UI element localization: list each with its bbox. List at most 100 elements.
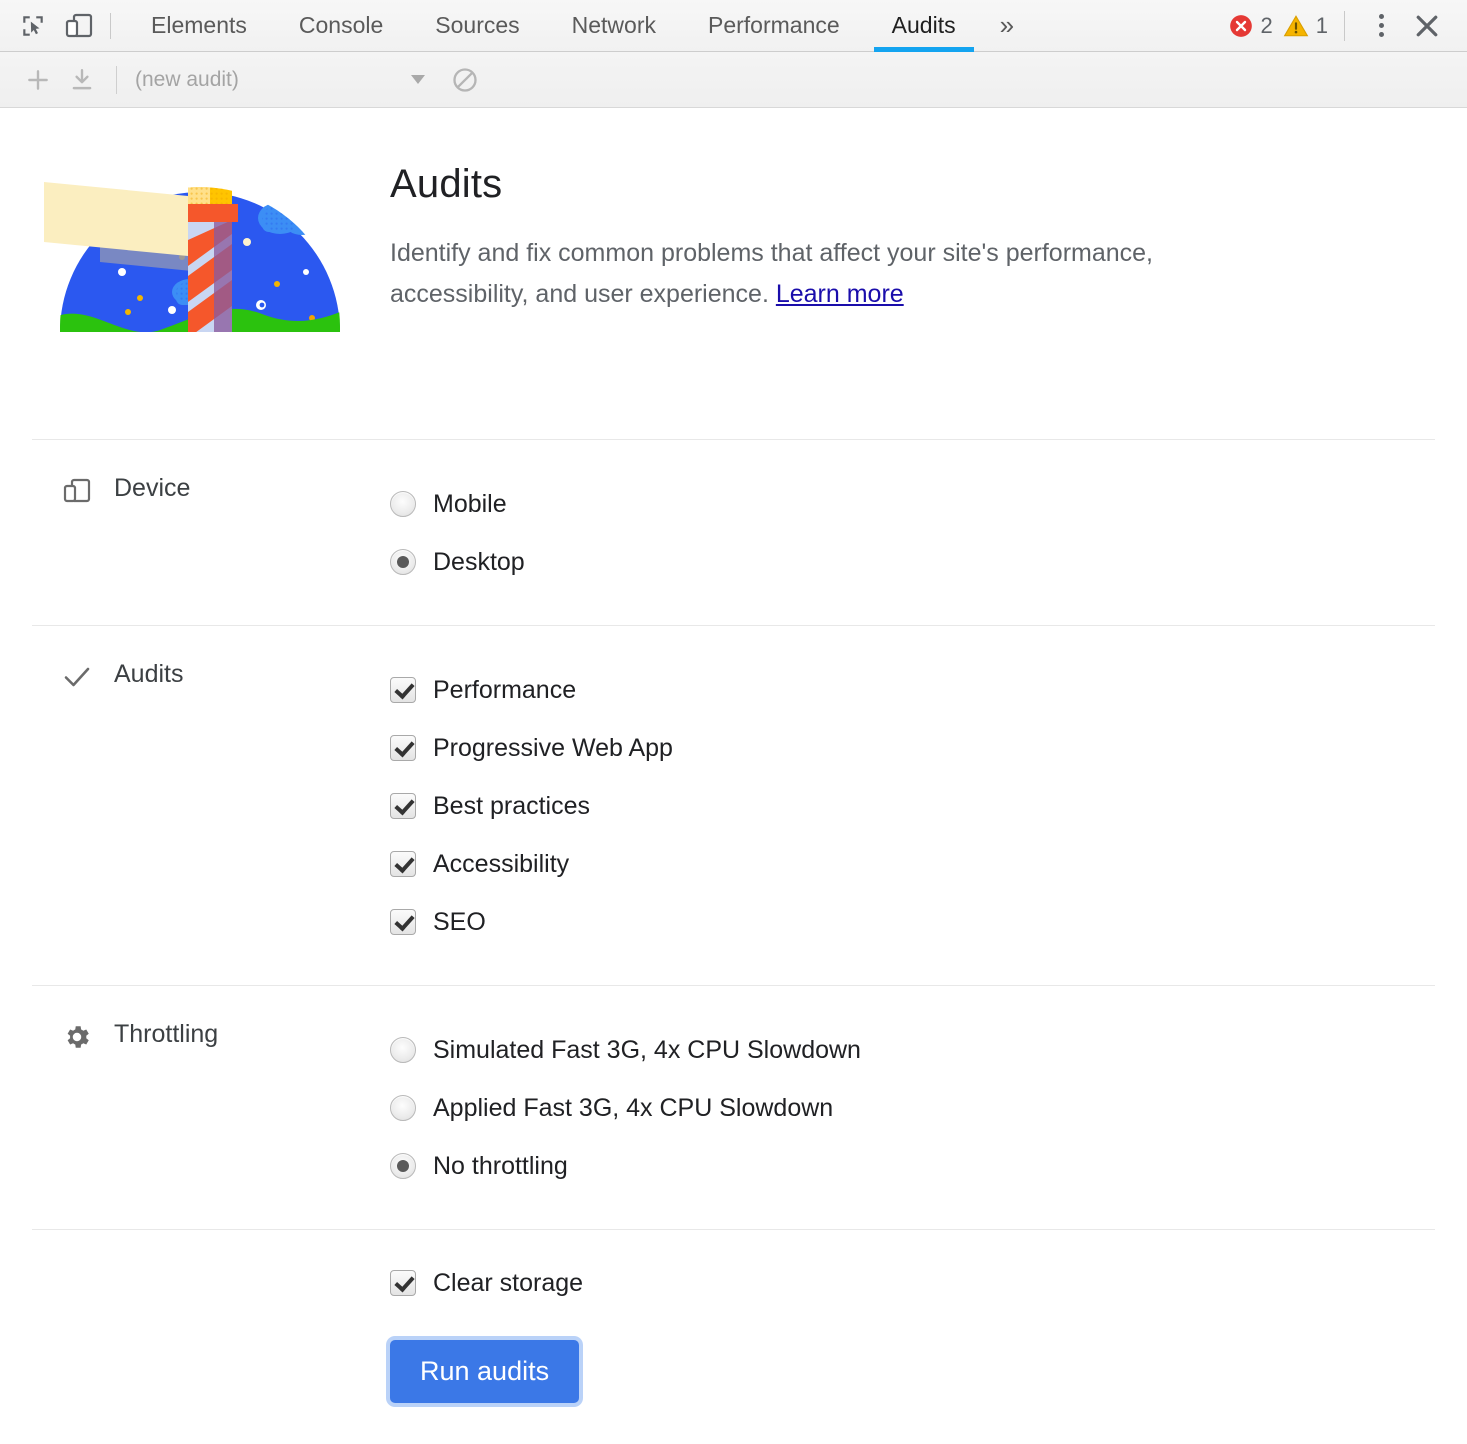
- lighthouse-illustration: [44, 182, 340, 333]
- audits-hero: Audits Identify and fix common problems …: [0, 108, 1467, 367]
- device-label: Device: [114, 474, 191, 502]
- audits-options: Performance Progressive Web App Best pra…: [390, 660, 1467, 951]
- checkbox-seo[interactable]: [390, 909, 416, 935]
- throttling-label: Throttling: [114, 1020, 219, 1048]
- tab-sources[interactable]: Sources: [409, 0, 545, 52]
- chevron-double-right-icon: »: [999, 10, 1015, 40]
- kebab-menu-icon: [1378, 23, 1384, 28]
- kebab-menu-icon: [1378, 14, 1384, 19]
- option-label: Performance: [433, 675, 577, 704]
- tabbar-right-actions: 2 1: [1228, 4, 1467, 48]
- radio-desktop[interactable]: [390, 549, 416, 575]
- checkbox-progressive-web-app[interactable]: [390, 735, 416, 761]
- device-toolbar-button[interactable]: [56, 4, 102, 48]
- new-audit-button[interactable]: [16, 59, 60, 101]
- description-text: Identify and fix common problems that af…: [390, 239, 1154, 308]
- device-options: Mobile Desktop: [390, 474, 1467, 591]
- throttling-section: Throttling Simulated Fast 3G, 4x CPU Slo…: [0, 986, 1467, 1229]
- radio-simulated-fast-3g[interactable]: [390, 1037, 416, 1063]
- audits-label: Audits: [114, 660, 184, 688]
- audit-select-dropdown[interactable]: (new audit): [129, 68, 439, 92]
- audits-section-label: Audits: [0, 660, 390, 951]
- clear-no-entry-icon: [453, 67, 477, 92]
- device-icon: [60, 474, 94, 508]
- audit-option-performance[interactable]: Performance: [390, 661, 1467, 719]
- page-description: Identify and fix common problems that af…: [390, 233, 1290, 314]
- audits-hero-text: Audits Identify and fix common problems …: [390, 152, 1350, 367]
- run-audits-button[interactable]: Run audits: [390, 1340, 580, 1403]
- tab-label: Console: [298, 12, 384, 38]
- checkmark-icon: [60, 660, 94, 694]
- option-label: Progressive Web App: [433, 733, 673, 762]
- inspect-element-button[interactable]: [10, 4, 56, 48]
- audits-section: Audits Performance Progressive Web App B…: [0, 626, 1467, 985]
- page-title: Audits: [390, 162, 503, 206]
- audit-option-best-practices[interactable]: Best practices: [390, 777, 1467, 835]
- radio-applied-fast-3g[interactable]: [390, 1095, 416, 1121]
- learn-more-link[interactable]: Learn more: [776, 280, 904, 308]
- audits-footer: Clear storage Run audits: [0, 1230, 1467, 1403]
- tab-label: Audits: [891, 12, 956, 38]
- option-label: Accessibility: [433, 849, 570, 878]
- more-tabs-button[interactable]: »: [982, 10, 1032, 41]
- checkbox-performance[interactable]: [390, 677, 416, 703]
- clear-audits-button[interactable]: [443, 59, 487, 101]
- gear-icon: [60, 1020, 94, 1054]
- radio-mobile[interactable]: [390, 491, 416, 517]
- tab-audits[interactable]: Audits: [866, 0, 982, 52]
- warning-icon: [1283, 14, 1309, 36]
- import-audit-button[interactable]: [60, 59, 104, 101]
- import-download-icon: [72, 68, 92, 89]
- radio-no-throttling[interactable]: [390, 1153, 416, 1179]
- clear-storage-row[interactable]: Clear storage: [390, 1260, 1467, 1306]
- device-section-label: Device: [0, 474, 390, 591]
- audit-option-seo[interactable]: SEO: [390, 893, 1467, 951]
- option-label: Applied Fast 3G, 4x CPU Slowdown: [433, 1093, 834, 1122]
- error-icon: [1229, 14, 1252, 37]
- error-count-badge[interactable]: 2: [1228, 13, 1273, 39]
- add-icon: [28, 69, 48, 90]
- error-count: 2: [1260, 12, 1273, 38]
- option-label: Simulated Fast 3G, 4x CPU Slowdown: [433, 1035, 861, 1064]
- tab-label: Network: [571, 12, 656, 38]
- device-option-mobile[interactable]: Mobile: [390, 475, 1467, 533]
- toolbar-separator: [110, 12, 111, 39]
- option-label: Best practices: [433, 791, 591, 820]
- tab-elements[interactable]: Elements: [125, 0, 273, 52]
- tab-label: Sources: [435, 12, 520, 38]
- run-audits-wrap: Run audits: [0, 1340, 1467, 1403]
- option-label: Mobile: [433, 489, 507, 518]
- option-label: Clear storage: [433, 1268, 584, 1297]
- device-toolbar-icon: [65, 13, 93, 37]
- audit-select-value: (new audit): [135, 67, 239, 91]
- warning-count: 1: [1315, 12, 1328, 38]
- tab-label: Performance: [708, 12, 840, 38]
- checkbox-best-practices[interactable]: [390, 793, 416, 819]
- option-label: Desktop: [433, 547, 525, 576]
- kebab-menu-icon: [1378, 32, 1384, 37]
- checkbox-clear-storage[interactable]: [390, 1270, 416, 1296]
- devtools-tabbar: Elements Console Sources Network Perform…: [0, 0, 1467, 52]
- tab-performance[interactable]: Performance: [682, 0, 866, 52]
- warning-count-badge[interactable]: 1: [1283, 13, 1328, 39]
- audit-option-progressive-web-app[interactable]: Progressive Web App: [390, 719, 1467, 777]
- audits-toolbar: (new audit): [0, 52, 1467, 108]
- lighthouse-illustration-wrap: [0, 152, 390, 367]
- tab-network[interactable]: Network: [546, 0, 682, 52]
- device-option-desktop[interactable]: Desktop: [390, 533, 1467, 591]
- device-section: Device Mobile Desktop: [0, 440, 1467, 625]
- throttling-option-applied[interactable]: Applied Fast 3G, 4x CPU Slowdown: [390, 1079, 1467, 1137]
- option-label: No throttling: [433, 1151, 568, 1180]
- throttling-option-simulated[interactable]: Simulated Fast 3G, 4x CPU Slowdown: [390, 1021, 1467, 1079]
- devtools-main-menu-button[interactable]: [1359, 4, 1403, 48]
- inspect-element-icon: [23, 15, 43, 36]
- checkbox-accessibility[interactable]: [390, 851, 416, 877]
- tab-console[interactable]: Console: [273, 0, 409, 52]
- throttling-option-none[interactable]: No throttling: [390, 1137, 1467, 1195]
- toolbar-separator: [1344, 10, 1345, 41]
- toolbar-separator: [116, 65, 117, 94]
- close-devtools-button[interactable]: [1403, 4, 1451, 48]
- audits-start-view: Audits Identify and fix common problems …: [0, 108, 1467, 1403]
- audit-option-accessibility[interactable]: Accessibility: [390, 835, 1467, 893]
- panel-tabs: Elements Console Sources Network Perform…: [125, 0, 982, 52]
